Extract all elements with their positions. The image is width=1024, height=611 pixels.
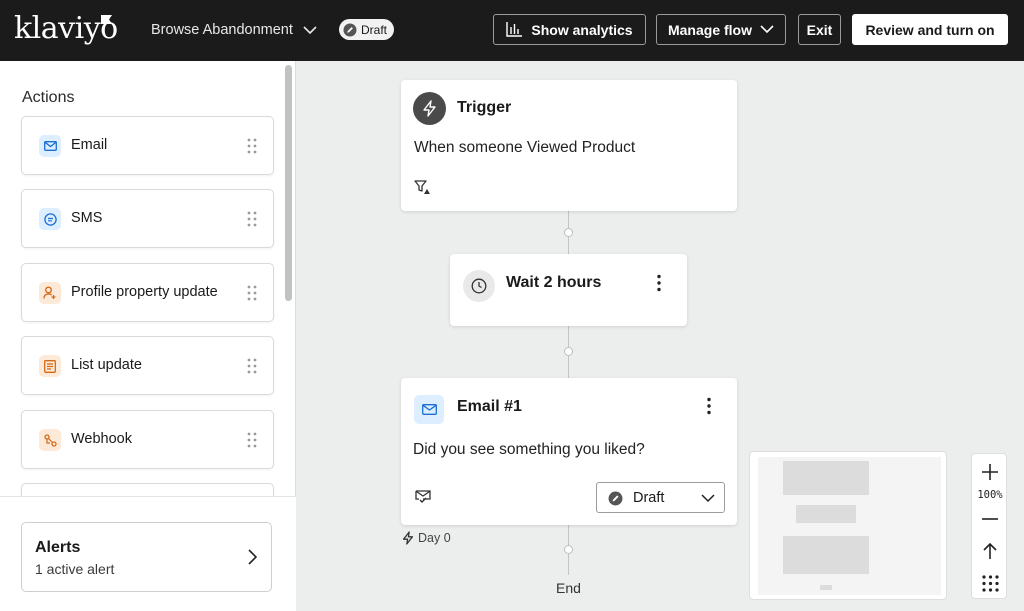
flow-name-dropdown[interactable]: Browse Abandonment	[151, 21, 317, 39]
review-and-turn-on-button[interactable]: Review and turn on	[852, 14, 1008, 45]
trigger-description: When someone Viewed Product	[414, 139, 636, 156]
minimap[interactable]	[749, 451, 947, 600]
draft-status-text: Draft	[361, 22, 388, 37]
action-label: Profile property update	[71, 284, 218, 300]
email-node[interactable]: Email #1 Did you see something you liked…	[401, 378, 737, 525]
drag-handle-icon[interactable]	[247, 285, 257, 301]
wait-title: Wait 2 hours	[506, 274, 602, 291]
more-options-icon[interactable]	[653, 274, 665, 292]
manage-flow-label: Manage flow	[667, 21, 752, 38]
manage-flow-button[interactable]: Manage flow	[656, 14, 786, 45]
minimap-trigger-block	[783, 461, 869, 495]
chevron-down-icon	[760, 25, 774, 34]
alerts-panel: Alerts 1 active alert	[0, 496, 296, 611]
fit-view-button[interactable]	[978, 571, 1002, 595]
add-step-node[interactable]	[564, 545, 573, 554]
minimap-end-block	[820, 585, 832, 590]
drag-handle-icon[interactable]	[247, 432, 257, 448]
drag-handle-icon[interactable]	[247, 138, 257, 154]
top-bar: klaviyo Browse Abandonment Draft Show an…	[0, 0, 1024, 61]
chevron-down-icon	[701, 494, 715, 503]
logo-flag-icon	[101, 15, 112, 24]
lightning-icon	[413, 92, 446, 125]
action-label: SMS	[71, 210, 103, 226]
email-status-label: Draft	[633, 490, 665, 506]
minimap-viewport[interactable]	[758, 457, 941, 595]
pencil-circle-icon	[608, 491, 623, 506]
list-update-icon	[39, 355, 61, 377]
minimap-wait-block	[796, 505, 856, 523]
minimap-email-block	[783, 536, 869, 574]
action-card-webhook[interactable]: Webhook	[21, 410, 274, 469]
clock-icon	[463, 270, 495, 302]
chevron-right-icon	[248, 549, 257, 565]
zoom-controls: 100%	[971, 453, 1007, 599]
actions-heading: Actions	[22, 89, 75, 106]
zoom-level: 100%	[977, 489, 1003, 501]
lightning-icon	[402, 531, 414, 545]
chevron-down-icon	[303, 25, 317, 34]
email-status-dropdown[interactable]: Draft	[596, 482, 725, 513]
exit-button[interactable]: Exit	[798, 14, 841, 45]
add-step-node[interactable]	[564, 347, 573, 356]
plus-icon	[982, 464, 998, 480]
zoom-out-button[interactable]	[978, 507, 1002, 531]
filter-icon[interactable]	[414, 179, 431, 196]
action-card-sms[interactable]: SMS	[21, 189, 274, 248]
minus-icon	[982, 518, 998, 520]
action-card-list-update[interactable]: List update	[21, 336, 274, 395]
day-label-text: Day 0	[418, 531, 451, 545]
grid-dots-icon	[981, 574, 999, 592]
draft-status-badge: Draft	[339, 19, 395, 40]
action-label: Webhook	[71, 431, 132, 447]
email-title: Email #1	[457, 398, 522, 415]
wait-node[interactable]: Wait 2 hours	[450, 254, 687, 326]
drag-handle-icon[interactable]	[247, 358, 257, 374]
actions-sidebar: Actions Email SMS Profile property updat…	[0, 61, 296, 611]
mail-icon	[39, 135, 61, 157]
webhook-icon	[39, 429, 61, 451]
arrow-up-icon	[983, 542, 997, 559]
drag-handle-icon[interactable]	[247, 211, 257, 227]
add-step-node[interactable]	[564, 228, 573, 237]
email-subject: Did you see something you liked?	[413, 441, 645, 458]
alerts-title: Alerts	[35, 539, 81, 556]
sms-icon	[39, 208, 61, 230]
end-label: End	[556, 580, 581, 596]
more-options-icon[interactable]	[703, 397, 715, 415]
show-analytics-button[interactable]: Show analytics	[493, 14, 646, 45]
pencil-circle-icon	[343, 23, 357, 36]
zoom-in-button[interactable]	[978, 460, 1002, 484]
action-label: Email	[71, 137, 108, 153]
mail-icon	[414, 395, 444, 424]
day-label: Day 0	[402, 531, 451, 545]
trigger-node[interactable]: Trigger When someone Viewed Product	[401, 80, 737, 211]
action-label: List update	[71, 357, 142, 373]
flow-name-label: Browse Abandonment	[151, 22, 293, 38]
action-card-profile-property-update[interactable]: Profile property update	[21, 263, 274, 322]
trigger-title: Trigger	[457, 99, 512, 116]
action-card-email[interactable]: Email	[21, 116, 274, 175]
email-check-icon	[415, 490, 431, 503]
scroll-to-top-button[interactable]	[978, 539, 1002, 563]
alerts-subtitle: 1 active alert	[35, 561, 115, 577]
profile-update-icon	[39, 282, 61, 304]
alerts-card[interactable]: Alerts 1 active alert	[21, 522, 272, 592]
sidebar-scrollbar[interactable]	[285, 65, 292, 301]
bar-chart-icon	[506, 22, 523, 37]
show-analytics-label: Show analytics	[531, 21, 633, 38]
